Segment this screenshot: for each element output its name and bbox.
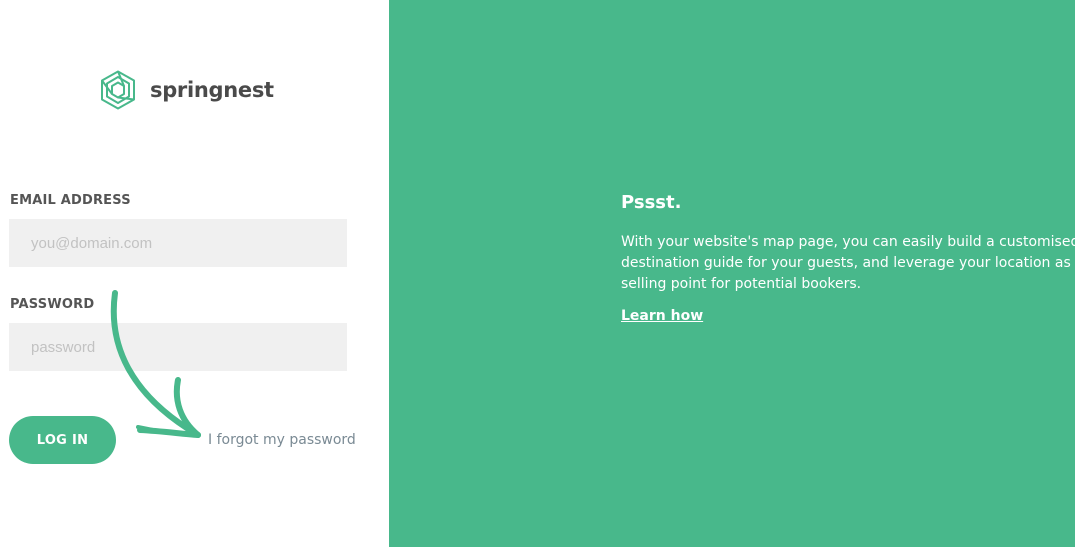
forgot-password-link[interactable]: I forgot my password	[208, 432, 356, 448]
email-input[interactable]	[9, 219, 347, 267]
promo-title: Pssst.	[621, 192, 682, 213]
login-panel: springnest EMAIL ADDRESS PASSWORD LOG IN…	[0, 0, 389, 547]
hexagon-logo-icon	[101, 70, 135, 110]
email-label: EMAIL ADDRESS	[10, 193, 131, 208]
brand-logo[interactable]: springnest	[99, 70, 274, 110]
brand-name: springnest	[150, 78, 274, 102]
login-button[interactable]: LOG IN	[9, 416, 116, 464]
promo-content: Pssst. With your website's map page, you…	[621, 192, 1075, 325]
promo-panel: Pssst. With your website's map page, you…	[389, 0, 1075, 547]
password-label: PASSWORD	[10, 297, 95, 312]
promo-body: With your website's map page, you can ea…	[621, 234, 1075, 292]
curved-arrow-icon	[110, 290, 201, 438]
learn-how-link[interactable]: Learn how	[621, 308, 703, 324]
